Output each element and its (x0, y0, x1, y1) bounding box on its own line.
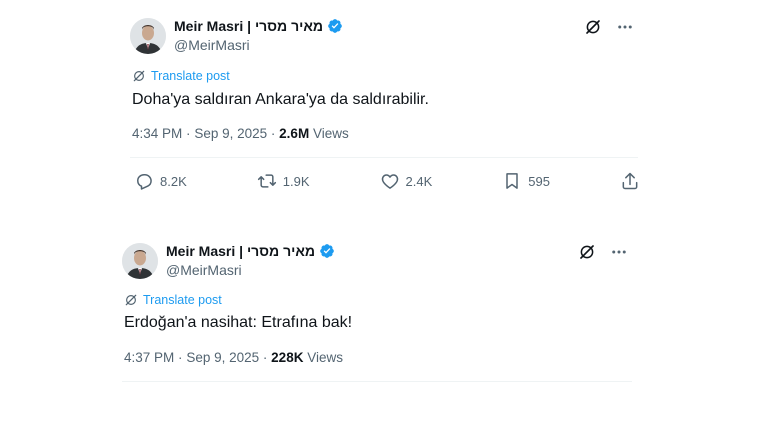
views-count: 2.6M (279, 126, 310, 141)
tweet-text: Erdoğan'a nasihat: Etrafına bak! (124, 314, 353, 331)
translate-post-link[interactable]: Translate post (124, 293, 222, 307)
reply-icon (137, 174, 152, 190)
bookmark-button[interactable]: 595 (502, 171, 550, 191)
meta-separator: · (186, 126, 191, 141)
repost-icon (257, 174, 276, 188)
translate-icon (125, 294, 137, 306)
views-label: Views (312, 126, 349, 141)
action-bar: 8.2K 1.9K 2.4K 595 (134, 171, 640, 191)
like-count: 2.4K (405, 173, 433, 189)
avatar[interactable] (130, 18, 166, 54)
tweet-date[interactable]: Sep 9, 2025 (186, 350, 259, 365)
bookmark-icon (506, 173, 518, 189)
tweet-card[interactable]: Meir Masri | מאיר מסרי @MeirMasri Transl… (110, 231, 644, 387)
tweet-card[interactable]: Meir Masri | מאיר מסרי @MeirMasri Transl… (118, 6, 650, 212)
author-handle[interactable]: @MeirMasri (166, 262, 242, 278)
verified-badge-icon (328, 19, 342, 33)
tweet-meta: 4:37 PM · Sep 9, 2025 · 228K Views (124, 350, 343, 365)
reply-button[interactable]: 8.2K (134, 171, 187, 191)
meta-separator: · (270, 126, 276, 141)
tweet-meta: 4:34 PM · Sep 9, 2025 · 2.6M Views (132, 126, 349, 141)
repost-button[interactable]: 1.9K (257, 171, 310, 191)
translate-post-label[interactable]: Translate post (143, 293, 222, 307)
author-name[interactable]: Meir Masri | מאיר מסרי (174, 18, 323, 34)
views-label: Views (307, 350, 343, 365)
like-icon (381, 174, 398, 189)
divider (130, 157, 638, 158)
share-button[interactable] (620, 171, 640, 191)
more-icon[interactable] (616, 18, 634, 36)
meta-separator: · (262, 350, 268, 365)
translate-post-label[interactable]: Translate post (151, 69, 230, 83)
tweet-time[interactable]: 4:37 PM (124, 350, 174, 365)
translate-icon (133, 70, 145, 82)
share-icon (622, 172, 638, 190)
bookmark-count: 595 (528, 173, 550, 189)
divider (122, 381, 632, 382)
avatar-image (130, 18, 166, 54)
translate-post-link[interactable]: Translate post (132, 69, 230, 83)
tweet-time[interactable]: 4:34 PM (132, 126, 182, 141)
like-button[interactable]: 2.4K (380, 171, 433, 191)
avatar-image (122, 243, 158, 279)
reply-count: 8.2K (160, 173, 187, 189)
views-count: 228K (271, 350, 304, 365)
grok-icon[interactable] (578, 243, 596, 261)
author-handle[interactable]: @MeirMasri (174, 37, 250, 53)
grok-icon[interactable] (584, 18, 602, 36)
author-name[interactable]: Meir Masri | מאיר מסרי (166, 243, 315, 259)
tweet-text: Doha'ya saldıran Ankara'ya da saldırabil… (132, 91, 429, 108)
repost-count: 1.9K (282, 173, 310, 189)
more-icon[interactable] (610, 243, 628, 261)
avatar[interactable] (122, 243, 158, 279)
tweet-date[interactable]: Sep 9, 2025 (194, 126, 267, 141)
meta-separator: · (178, 350, 183, 365)
verified-badge-icon (320, 244, 334, 258)
